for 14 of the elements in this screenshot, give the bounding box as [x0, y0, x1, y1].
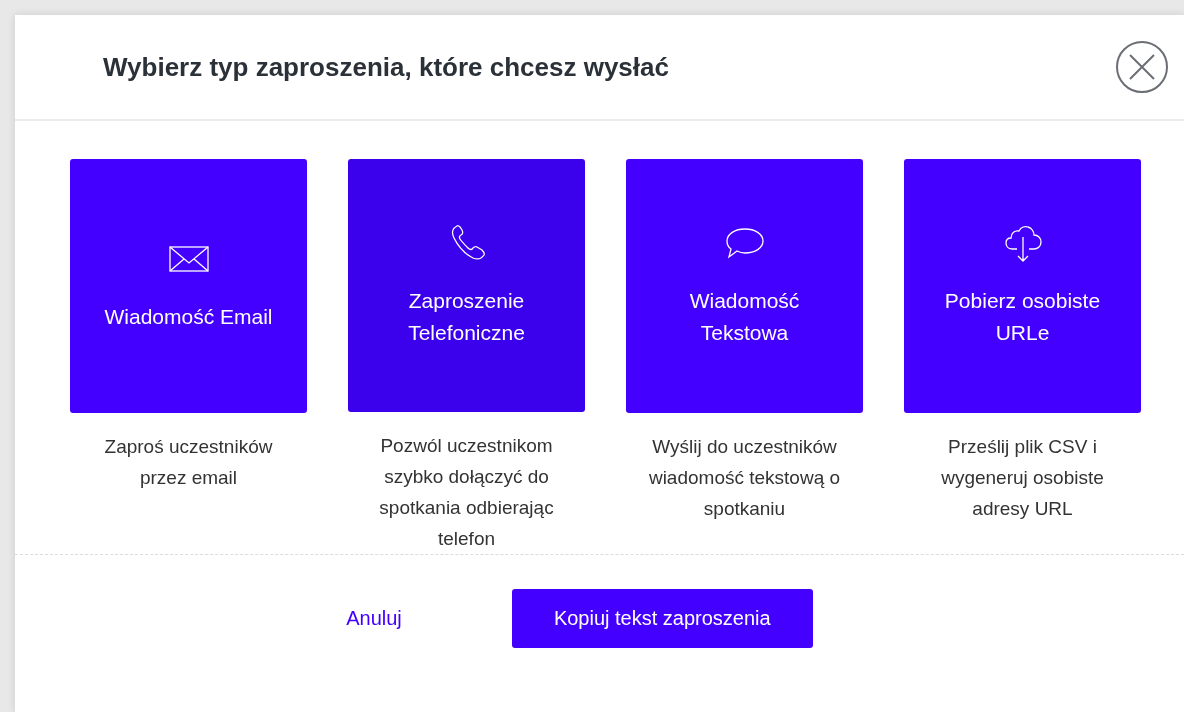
invite-type-description: Pozwól uczestnikom szybko dołączyć do spotkania odbierając telefon: [378, 434, 555, 551]
invite-type-card[interactable]: Pobierz osobiste URLe: [904, 159, 1141, 413]
invite-type-card[interactable]: Zaproszenie Telefoniczne: [348, 159, 585, 412]
copy-invite-button[interactable]: Kopiuj tekst zaproszenia: [511, 589, 813, 648]
invite-type-card[interactable]: Wiadomość Tekstowa: [626, 159, 863, 413]
close-button[interactable]: [1116, 41, 1168, 93]
close-icon: [1128, 53, 1156, 81]
invite-type-description: Zaproś uczestników przez email: [103, 435, 274, 490]
cancel-link[interactable]: Anuluj: [346, 607, 402, 630]
invite-type-card[interactable]: Wiadomość Email: [70, 159, 307, 413]
invite-type-description: Prześlij plik CSV i wygeneruj osobiste adresy URL: [940, 435, 1105, 521]
invite-type-description: Wyślij do uczestników wiadomość tekstową o spotkaniu: [647, 435, 842, 521]
dialog-title: Wybierz typ zaproszenia, które chcesz wysłać: [103, 51, 669, 83]
cloud-download-icon: [1002, 223, 1043, 263]
